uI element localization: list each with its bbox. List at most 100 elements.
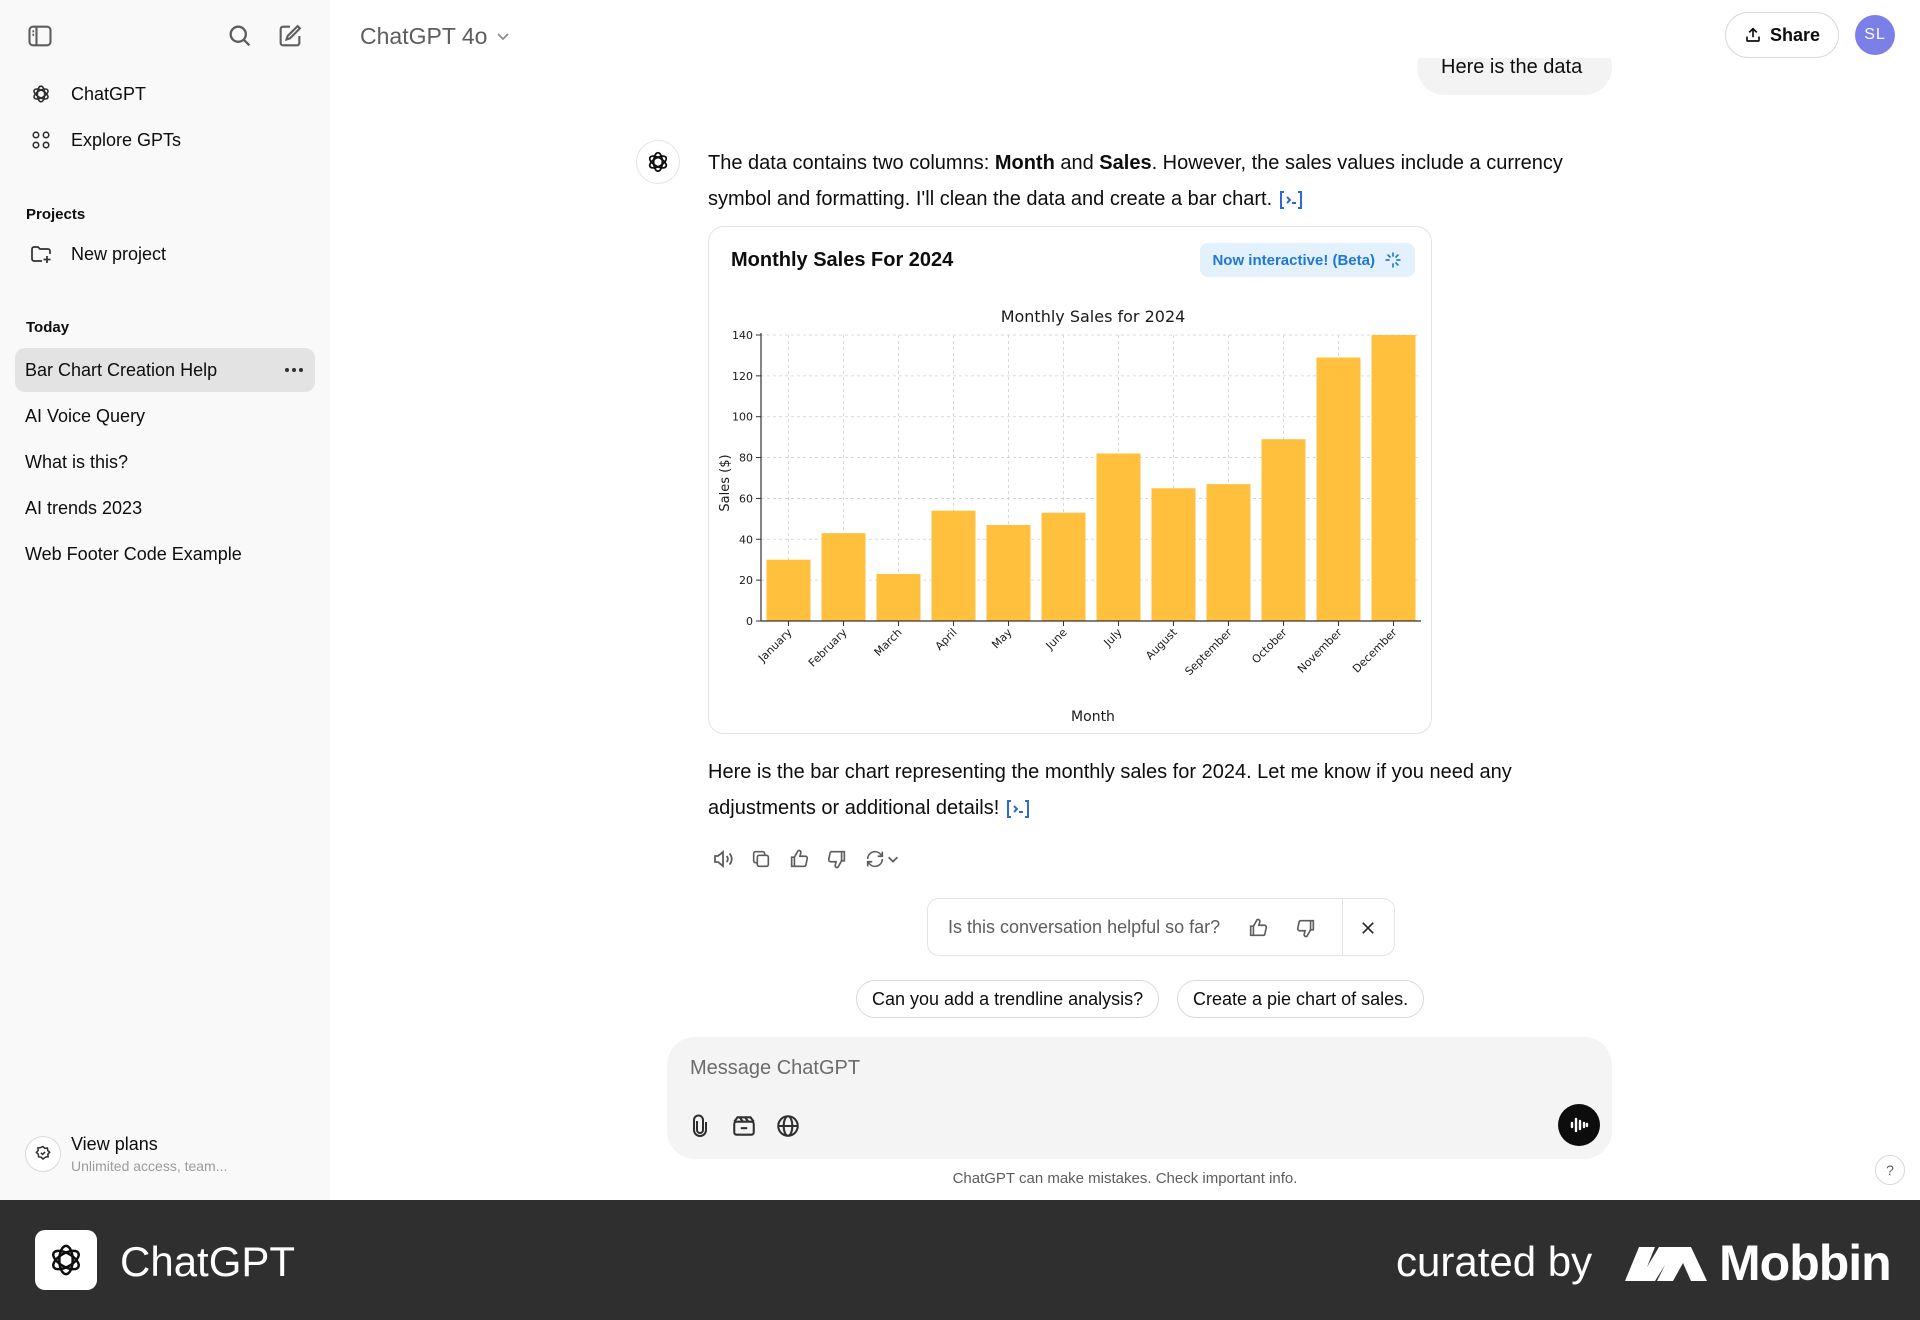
sidebar-item-explore-gpts[interactable]: Explore GPTs	[15, 118, 315, 162]
chart-y-tick-label: 0	[746, 615, 753, 628]
chart-y-tick-label: 140	[732, 329, 753, 342]
close-icon	[1362, 922, 1374, 934]
copy-button[interactable]	[746, 844, 776, 874]
share-label: Share	[1769, 24, 1821, 45]
message-bold-text: Month	[994, 152, 1055, 174]
chart-bar	[1096, 453, 1141, 621]
speaker-icon	[714, 850, 733, 868]
chart-bar	[766, 559, 811, 621]
chart-bar	[1206, 484, 1251, 621]
thumbs-down-icon	[1296, 919, 1315, 938]
chart-title: Monthly Sales for 2024	[1001, 307, 1186, 326]
chat-history-label: Bar Chart Creation Help	[25, 359, 218, 380]
attach-button[interactable]	[683, 1109, 717, 1143]
sidebar: ChatGPT Explore GPTs Projects New projec…	[0, 0, 330, 1200]
upload-icon	[1746, 27, 1760, 42]
model-name: ChatGPT 4o	[360, 22, 488, 49]
bad-response-button[interactable]	[822, 844, 852, 874]
toggle-sidebar-button[interactable]	[20, 16, 60, 56]
chart-bar	[1316, 357, 1361, 621]
banner-curated-by: curated by	[1396, 1238, 1593, 1285]
view-plans-subtitle: Unlimited access, team...	[71, 1158, 228, 1174]
chart-x-tick-label: January	[755, 626, 795, 666]
voice-mode-button[interactable]	[1558, 1104, 1600, 1146]
feedback-question: Is this conversation helpful so far?	[948, 917, 1221, 937]
chat-history-item[interactable]: What is this?	[15, 440, 315, 484]
chart-bar	[931, 510, 976, 621]
mobbin-logo: Mobbin	[1625, 1234, 1892, 1292]
suggestion-chip[interactable]: Create a pie chart of sales.	[1177, 980, 1425, 1018]
header-bar	[330, 0, 1920, 58]
chart-x-tick-label: November	[1295, 626, 1345, 676]
view-plans-title: View plans	[71, 1134, 158, 1154]
sidebar-item-label: Explore GPTs	[71, 129, 182, 150]
suggestion-chip[interactable]: Can you add a trendline analysis?	[856, 980, 1160, 1018]
today-heading: Today	[26, 319, 70, 336]
view-analysis-button[interactable]	[1278, 189, 1304, 211]
chart-x-tick-label: February	[806, 626, 850, 670]
sidebar-item-label: ChatGPT	[71, 83, 147, 104]
share-button[interactable]: Share	[1725, 12, 1839, 58]
user-avatar[interactable]: SL	[1855, 15, 1895, 55]
mobbin-mark-icon	[1625, 1247, 1707, 1281]
assistant-message-outro: Here is the bar chart representing the m…	[708, 754, 1608, 826]
feedback-thumbs-up-button[interactable]	[1242, 912, 1274, 944]
sidebar-toolbar	[20, 16, 310, 56]
chat-history-item[interactable]: Web Footer Code Example	[15, 532, 315, 576]
read-aloud-button[interactable]	[708, 844, 738, 874]
new-chat-button[interactable]	[270, 16, 310, 56]
chart-bar	[1371, 335, 1416, 621]
thumbs-up-icon	[1249, 918, 1268, 937]
user-message-text: Here is the data	[1441, 56, 1583, 78]
web-search-button[interactable]	[771, 1109, 805, 1143]
chat-history-label: AI Voice Query	[25, 405, 146, 426]
bar-chart: 0 20 40 60 80 100 120 140 January February March Ap…	[718, 307, 1421, 725]
chart-card[interactable]: Monthly Sales For 2024 Now interactive! …	[708, 226, 1432, 734]
mobbin-wordmark: Mobbin	[1719, 1235, 1892, 1291]
sidebar-item-chatgpt[interactable]: ChatGPT	[15, 72, 315, 116]
dismiss-feedback-button[interactable]	[1352, 912, 1384, 944]
chat-history-label: AI trends 2023	[25, 497, 143, 518]
chat-history-label: What is this?	[25, 451, 129, 472]
chart-x-tick-label: June	[1043, 626, 1070, 653]
chatgpt-logo-icon	[648, 151, 668, 173]
search-icon	[229, 25, 251, 47]
chart-bar	[821, 533, 866, 621]
good-response-button[interactable]	[784, 844, 814, 874]
chart-bar	[986, 524, 1031, 621]
chevron-down-icon	[888, 856, 898, 863]
chart-bar	[1261, 439, 1306, 621]
chat-history-item[interactable]: AI Voice Query	[15, 394, 315, 438]
model-selector[interactable]: ChatGPT 4o	[360, 18, 511, 54]
chart-y-axis-label: Sales ($)	[718, 454, 733, 511]
view-analysis-button[interactable]	[1005, 798, 1031, 820]
chart-x-tick-label: May	[989, 626, 1015, 652]
chat-history-item-active[interactable]: Bar Chart Creation Help	[15, 348, 315, 392]
regenerate-button[interactable]	[860, 844, 904, 874]
chart-bar	[1041, 512, 1086, 621]
chart-x-tick-label: December	[1350, 626, 1400, 676]
banner-app-name: ChatGPT	[120, 1238, 296, 1285]
chart-bars	[766, 335, 1416, 621]
search-chats-button[interactable]	[220, 16, 260, 56]
help-button[interactable]: ?	[1875, 1155, 1905, 1185]
ellipsis-icon	[285, 368, 303, 372]
interactive-beta-badge[interactable]: Now interactive! (Beta)	[1200, 243, 1415, 277]
paperclip-icon	[693, 1114, 707, 1137]
feedback-thumbs-down-button[interactable]	[1290, 912, 1322, 944]
chart-y-tick-label: 40	[739, 533, 753, 546]
code-bracket-icon	[1007, 799, 1030, 818]
chat-history-item[interactable]: AI trends 2023	[15, 486, 315, 530]
message-input[interactable]	[690, 1049, 1490, 1087]
tools-button[interactable]	[727, 1109, 761, 1143]
globe-icon	[777, 1115, 799, 1137]
view-plans-button[interactable]: View plans Unlimited access, team...	[25, 1130, 315, 1178]
chart-x-tick-label: March	[872, 626, 905, 659]
feedback-divider	[1342, 899, 1343, 955]
chart-x-tick-label: October	[1249, 626, 1290, 667]
new-project-button[interactable]: New project	[15, 232, 315, 276]
voice-waveform-icon	[1570, 1117, 1589, 1133]
message-bold-text: Sales	[1099, 152, 1152, 174]
more-options-button[interactable]	[283, 359, 305, 381]
chart-card-title: Monthly Sales For 2024	[731, 249, 954, 271]
